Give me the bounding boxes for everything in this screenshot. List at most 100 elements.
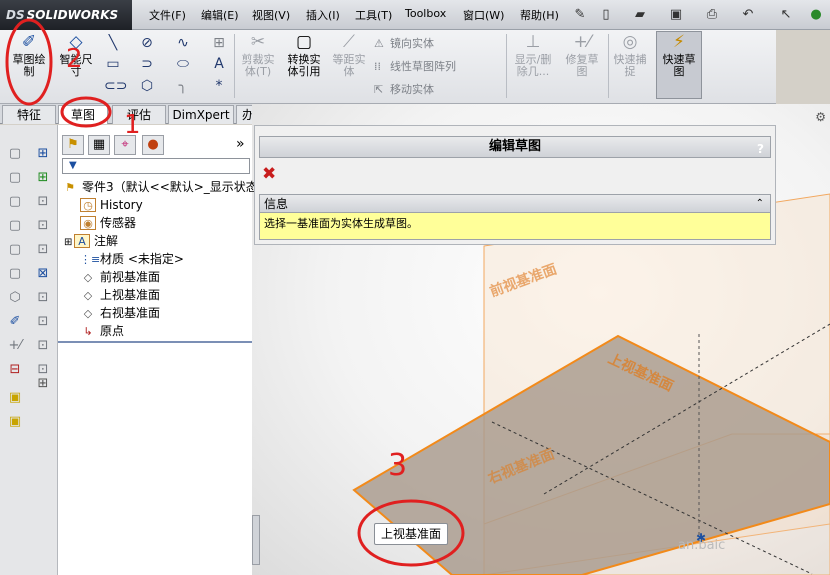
ellipse-icon[interactable]: ⬭ [174, 55, 192, 73]
view-3-icon[interactable]: ⊡ [34, 241, 52, 259]
rib-icon[interactable]: ⬡ [6, 289, 24, 307]
spline-icon[interactable]: ∿ [174, 34, 192, 52]
select-cursor-icon[interactable]: ↖ [778, 7, 794, 23]
add-icon[interactable]: ⊞ [34, 169, 52, 187]
fillet-icon[interactable]: ╮ [174, 77, 192, 95]
tab-sketch[interactable]: 草图 [58, 105, 108, 124]
filter-icon: ▼ [69, 160, 77, 171]
print-icon[interactable]: ⎙ [704, 7, 720, 23]
view-6-icon[interactable]: ⊡ [34, 337, 52, 355]
grid-table-icon[interactable]: ⊞ [34, 375, 52, 393]
extrude-icon[interactable]: ▢ [6, 145, 24, 163]
tree-root-part[interactable]: ⚑ 零件3（默认<<默认>_显示状态 [62, 179, 258, 195]
view-5-icon[interactable]: ⊡ [34, 313, 52, 331]
sketch-small-icon[interactable]: ✐ [6, 313, 24, 331]
filter-input[interactable]: ▼ [62, 158, 250, 174]
revolve-icon[interactable]: ▢ [6, 169, 24, 187]
menu-insert[interactable]: 插入(I) [306, 7, 340, 23]
tab-features[interactable]: 特征 [2, 105, 56, 124]
view-4-icon[interactable]: ⊡ [34, 289, 52, 307]
mirror-entities-button[interactable]: ⚠ 镜向实体 [374, 35, 434, 51]
text-icon[interactable]: A [210, 55, 228, 73]
relations-icon: ⊥ [525, 32, 541, 52]
slot-icon[interactable]: ⊂⊃ [104, 77, 127, 95]
sketch-button[interactable]: ✐ 草图绘 制 [6, 32, 52, 78]
sensor-icon: ◉ [80, 216, 96, 230]
circle-icon[interactable]: ⊘ [138, 34, 156, 52]
convert-entities-icon: ▢ [295, 32, 313, 52]
info-box-header[interactable]: 信息 ⌃ [260, 195, 770, 213]
show-delete-relations-button[interactable]: ⊥ 显示/删 除几... [510, 32, 556, 78]
pin-icon[interactable]: ✎ [572, 7, 588, 23]
history-icon: ◷ [80, 198, 96, 212]
layer-icon[interactable]: ▣ [6, 389, 24, 407]
convert-entities-button[interactable]: ▢ 转换实 体引用 [282, 32, 326, 78]
arc-icon[interactable]: ⊃ [138, 55, 156, 73]
line-icon[interactable]: ╲ [104, 34, 122, 52]
tree-item-right-plane[interactable]: ◇ 右视基准面 [80, 305, 160, 321]
trim-entities-button[interactable]: ✂ 剪裁实 体(T) [238, 32, 278, 78]
quick-snap-icon: ◎ [622, 32, 638, 52]
tree-item-origin[interactable]: ↳ 原点 [80, 323, 124, 339]
tree-item-top-plane[interactable]: ◇ 上视基准面 [80, 287, 160, 303]
repair-sketch-button[interactable]: +⁄ 修复草 图 [560, 32, 604, 78]
quick-snaps-button[interactable]: ◎ 快速捕 捉 [610, 32, 650, 78]
view-icon[interactable]: ⊡ [34, 193, 52, 211]
shell-icon[interactable]: ▢ [6, 265, 24, 283]
tree-item-material[interactable]: ⋮≡材质 <未指定> [80, 251, 184, 267]
point-icon[interactable]: * [210, 77, 228, 95]
table-icon[interactable]: ⊞ [34, 145, 52, 163]
tree-item-history[interactable]: ◷ History [80, 197, 143, 213]
menu-toolbox[interactable]: Toolbox [405, 7, 446, 20]
pattern-grid-icon[interactable]: ⊞ [210, 34, 228, 52]
rapid-sketch-button[interactable]: ⚡ 快速草 图 [656, 31, 702, 99]
part-icon: ⚑ [65, 181, 75, 194]
menu-file[interactable]: 文件(F) [149, 7, 186, 23]
top-plane-tooltip[interactable]: 上视基准面 [374, 523, 448, 545]
offset-entities-button[interactable]: ⟋ 等距实 体 [330, 32, 368, 78]
trim-label: 剪裁实 体(T) [241, 53, 275, 78]
feature-manager-panel: ⚑ ▦ ⌖ ● » ▼ ⚑ 零件3（默认<<默认>_显示状态 ◷ History ◉… [58, 125, 258, 575]
rectangle-icon[interactable]: ▭ [104, 55, 122, 73]
sweep-icon[interactable]: ▢ [6, 193, 24, 211]
panel-splitter-handle[interactable] [252, 515, 260, 565]
cancel-x-icon[interactable]: ✖ [262, 164, 276, 184]
tree-item-label: 注解 [94, 234, 119, 248]
view-2-icon[interactable]: ⊡ [34, 217, 52, 235]
collapse-chevron-icon[interactable]: ⌃ [756, 195, 764, 213]
tree-item-sensors[interactable]: ◉ 传感器 [80, 215, 136, 231]
linear-pattern-button[interactable]: ⁞⁞ 线性草图阵列 [374, 58, 456, 74]
menu-edit[interactable]: 编辑(E) [201, 7, 239, 23]
save-icon[interactable]: ▣ [668, 7, 684, 23]
check-table-icon[interactable]: ⊠ [34, 265, 52, 283]
move-entities-button[interactable]: ⇱ 移动实体 [374, 81, 434, 97]
open-folder-icon[interactable]: ▰ [632, 7, 648, 23]
menu-tools[interactable]: 工具(T) [355, 7, 392, 23]
annotation-number-1: 1 [124, 110, 141, 140]
undo-icon[interactable]: ↶ [740, 7, 756, 23]
rebuild-icon[interactable]: ● [808, 7, 824, 23]
smart-dim-small-icon[interactable]: +⁄ [6, 337, 24, 355]
tab-dimxpert[interactable]: DimXpert [168, 105, 234, 124]
tree-item-annotations[interactable]: ⊞ A 注解 [64, 233, 118, 249]
appearance-tab-icon[interactable]: ● [142, 135, 164, 155]
command-manager-ribbon: ✐ 草图绘 制 ◇ 智能尺 寸 ╲ ⊘ ∿ ⊞ ▭ ⊃ ⬭ A ⊂⊃ ⬡ ╮ *… [0, 30, 776, 104]
help-icon[interactable]: ? [757, 139, 764, 159]
relations-small-icon[interactable]: ⊟ [6, 361, 24, 379]
property-manager-tab-icon[interactable]: ▦ [88, 135, 110, 155]
new-document-icon[interactable]: ▯ [598, 7, 614, 23]
menu-bar: DS SOLIDWORKS 文件(F) 编辑(E) 视图(V) 插入(I) 工具(… [0, 0, 830, 30]
tree-item-front-plane[interactable]: ◇ 前视基准面 [80, 269, 160, 285]
menu-window[interactable]: 窗口(W) [463, 7, 504, 23]
menu-view[interactable]: 视图(V) [252, 7, 290, 23]
loft-icon[interactable]: ▢ [6, 217, 24, 235]
expand-plus-icon[interactable]: ⊞ [64, 235, 74, 251]
menu-help[interactable]: 帮助(H) [520, 7, 559, 23]
view-settings-icon[interactable]: ⚙ [815, 110, 826, 124]
show-delete-label: 显示/删 除几... [514, 53, 552, 78]
cut-icon[interactable]: ▢ [6, 241, 24, 259]
expand-tabs-icon[interactable]: » [236, 136, 245, 152]
polygon-icon[interactable]: ⬡ [138, 77, 156, 95]
feature-tree-tab-icon[interactable]: ⚑ [62, 135, 84, 155]
layer-2-icon[interactable]: ▣ [6, 413, 24, 431]
